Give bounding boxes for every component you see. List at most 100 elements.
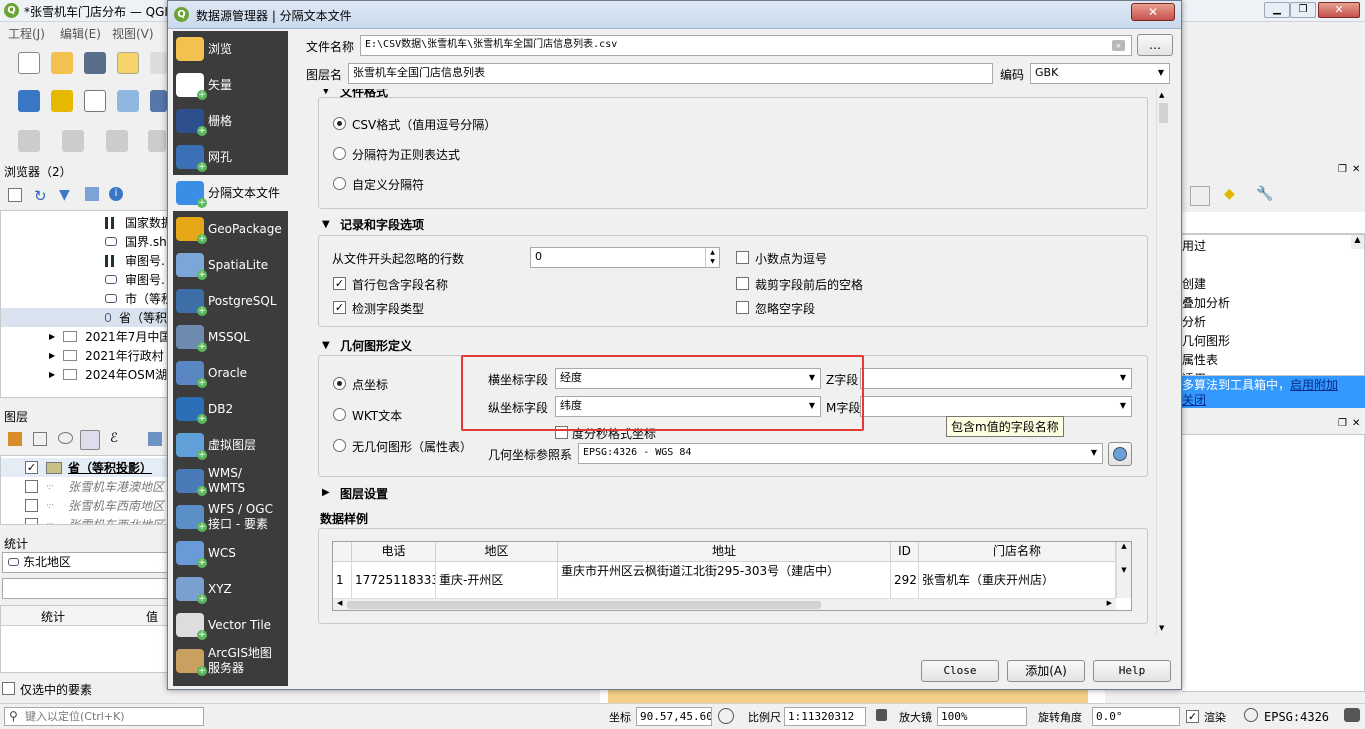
expression-filter-icon[interactable]: ℰ: [110, 431, 118, 446]
z-field-combo[interactable]: ▼: [860, 368, 1132, 389]
first-record-checkbox[interactable]: ✓: [333, 277, 346, 290]
locator-search[interactable]: ⚲ 键入以定位(Ctrl+K): [4, 707, 204, 726]
filter-legend-icon[interactable]: [80, 430, 100, 450]
stats-field-combo[interactable]: [2, 578, 168, 599]
expand-arrow-icon[interactable]: ▶: [49, 332, 55, 341]
cell-phone[interactable]: 17725118333: [352, 562, 436, 598]
layer-checkbox[interactable]: [25, 518, 38, 524]
digitize-icon[interactable]: [51, 90, 73, 112]
add-group-icon[interactable]: [33, 432, 47, 446]
add-button[interactable]: 添加(A): [1007, 660, 1085, 682]
scroll-left-icon[interactable]: ◀: [337, 599, 342, 607]
radio-no-geometry-label[interactable]: 无几何图形（属性表）: [352, 438, 472, 455]
annotation-icon[interactable]: [148, 130, 166, 152]
enable-addon-link[interactable]: 启用附加: [1290, 378, 1338, 392]
project-crs[interactable]: EPSG:4326: [1264, 710, 1329, 724]
sidebar-item-7[interactable]: + PostgreSQL: [173, 283, 288, 319]
processing-item[interactable]: 叠加分析: [1182, 294, 1230, 311]
panel-close-icon[interactable]: ✕: [1352, 164, 1360, 175]
minimize-icon[interactable]: ▁: [1264, 2, 1290, 18]
detect-types-label[interactable]: 检测字段类型: [352, 300, 424, 317]
save-project-icon[interactable]: [84, 52, 106, 74]
expand-arrow-icon[interactable]: ▶: [322, 487, 330, 498]
first-record-label[interactable]: 首行包含字段名称: [352, 276, 448, 293]
history-icon[interactable]: ◆: [1224, 186, 1235, 202]
sidebar-item-15[interactable]: + XYZ: [173, 571, 288, 607]
close-notice-link[interactable]: 关闭: [1182, 393, 1206, 407]
processing-item[interactable]: 用过: [1182, 237, 1206, 254]
encoding-combo[interactable]: GBK ▼: [1030, 63, 1170, 84]
table-icon[interactable]: [150, 90, 167, 112]
layer-checkbox[interactable]: [25, 480, 38, 493]
sidebar-item-0[interactable]: 浏览: [173, 31, 288, 67]
file-name-field[interactable]: E:\CSV数据\张雪机车\张雪机车全国门店信息列表.csv ✕: [360, 35, 1132, 56]
help-button[interactable]: Help: [1093, 660, 1171, 682]
file-format-header[interactable]: 文件格式: [340, 89, 388, 100]
close-button[interactable]: Close: [921, 660, 999, 682]
processing-item[interactable]: 属性表: [1182, 351, 1218, 368]
discard-empty-checkbox[interactable]: [736, 301, 749, 314]
refresh-icon[interactable]: ↻: [34, 187, 47, 205]
sidebar-item-1[interactable]: + 矢量: [173, 67, 288, 103]
radio-wkt[interactable]: [333, 408, 346, 421]
col-header-region[interactable]: 地区: [436, 542, 558, 562]
menu-edit[interactable]: 编辑(E): [60, 25, 101, 42]
decimal-comma-label[interactable]: 小数点为逗号: [755, 250, 827, 267]
layer-name-field[interactable]: 张雪机车全国门店信息列表: [348, 63, 993, 84]
col-header-store[interactable]: 门店名称: [919, 542, 1116, 562]
layer-checkbox[interactable]: ✓: [25, 461, 38, 474]
magnifier-field[interactable]: 100%: [937, 707, 1027, 726]
radio-csv[interactable]: [333, 117, 346, 130]
sidebar-item-8[interactable]: + MSSQL: [173, 319, 288, 355]
add-selected-icon[interactable]: [8, 188, 22, 202]
layer-checkbox[interactable]: [25, 499, 38, 512]
print-layout-icon[interactable]: [150, 52, 167, 74]
only-selected-checkbox[interactable]: [2, 682, 15, 695]
radio-point-label[interactable]: 点坐标: [352, 376, 388, 393]
stats-layer-combo[interactable]: 东北地区: [2, 552, 168, 573]
sidebar-item-12[interactable]: + WMS/ WMTS: [173, 463, 288, 499]
col-header-id[interactable]: ID: [891, 542, 919, 562]
identify-icon[interactable]: [62, 130, 84, 152]
new-project-icon[interactable]: [18, 52, 40, 74]
radio-custom-label[interactable]: 自定义分隔符: [352, 176, 424, 193]
spin-arrows-icon[interactable]: ▲ ▼: [705, 248, 719, 267]
record-options-header[interactable]: 记录和字段选项: [340, 216, 424, 233]
collapse-all-icon[interactable]: [85, 187, 99, 201]
expand-all-icon[interactable]: [148, 432, 162, 446]
edit-pencil-icon[interactable]: [117, 90, 139, 112]
tree-item-folder-2021-village[interactable]: ▶ 2021年行政村: [49, 346, 164, 365]
cell-region[interactable]: 重庆-开州区: [436, 562, 558, 598]
toggle-extents-icon[interactable]: [718, 708, 734, 724]
crs-select-button[interactable]: [1108, 442, 1132, 466]
col-header-address[interactable]: 地址: [558, 542, 891, 562]
collapse-arrow-icon[interactable]: ▼: [322, 219, 330, 230]
script-icon[interactable]: [1190, 186, 1210, 206]
processing-item[interactable]: 几何图形: [1182, 332, 1230, 349]
tree-item-city[interactable]: 市（等积: [105, 289, 167, 308]
measure-icon[interactable]: [106, 130, 128, 152]
m-field-combo[interactable]: ▼: [860, 396, 1132, 417]
processing-item[interactable]: 创建: [1182, 275, 1206, 292]
rotation-field[interactable]: 0.0°: [1092, 707, 1180, 726]
discard-empty-label[interactable]: 忽略空字段: [755, 300, 815, 317]
map-canvas[interactable]: [600, 690, 1105, 703]
sidebar-item-5[interactable]: + GeoPackage: [173, 211, 288, 247]
info-icon[interactable]: i: [109, 187, 123, 201]
radio-no-geometry[interactable]: [333, 439, 346, 452]
crs-combo[interactable]: EPSG:4326 - WGS 84 ▼: [578, 443, 1103, 464]
sidebar-item-16[interactable]: + Vector Tile: [173, 607, 288, 643]
panel2-float-icon[interactable]: ❐: [1338, 418, 1347, 429]
open-project-icon[interactable]: [51, 52, 73, 74]
layer-item-hk-macau[interactable]: ·:· 张雪机车港澳地区: [25, 477, 164, 496]
expand-arrow-icon[interactable]: ▶: [49, 351, 55, 360]
skip-lines-spinbox[interactable]: 0 ▲ ▼: [530, 247, 720, 268]
eye-icon[interactable]: [58, 432, 73, 444]
select-feature-icon[interactable]: [18, 130, 40, 152]
sidebar-item-3[interactable]: + 网孔: [173, 139, 288, 175]
radio-csv-label[interactable]: CSV格式（值用逗号分隔）: [352, 116, 496, 133]
messages-icon[interactable]: [1344, 708, 1360, 722]
collapse-arrow-icon[interactable]: ▼: [322, 340, 330, 351]
expand-arrow-icon[interactable]: ▶: [49, 370, 55, 379]
scroll-down-icon[interactable]: ▼: [1159, 624, 1164, 632]
